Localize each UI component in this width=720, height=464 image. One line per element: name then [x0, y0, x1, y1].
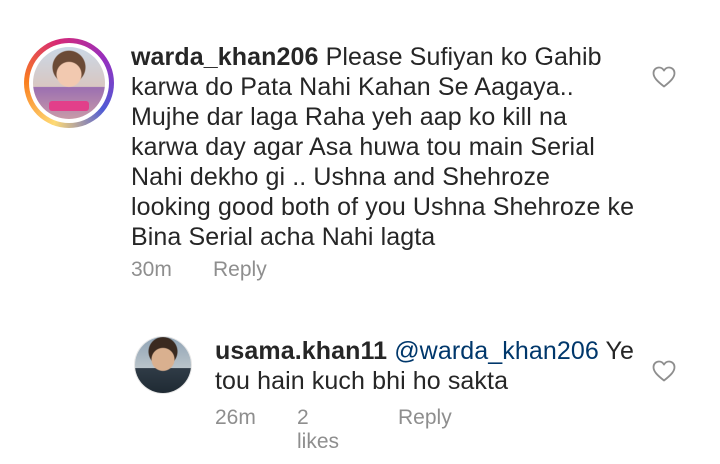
comment-body: usama.khan11 @warda_khan206 Ye tou hain … [215, 336, 635, 396]
comment-time: 26m [215, 406, 256, 429]
mention-link[interactable]: @warda_khan206 [394, 337, 599, 365]
comment-time: 30m [131, 258, 172, 281]
comment-username[interactable]: usama.khan11 [215, 337, 387, 365]
comment-body: warda_khan206 Please Sufiyan ko Gahib ka… [131, 42, 636, 252]
avatar[interactable] [135, 337, 191, 393]
reply-button[interactable]: Reply [213, 258, 267, 282]
comment-username[interactable]: warda_khan206 [131, 43, 319, 71]
likes-count[interactable]: 2 likes [297, 406, 339, 454]
heart-outline-icon[interactable] [652, 66, 676, 88]
comment-text: Please Sufiyan ko Gahib karwa do Pata Na… [131, 43, 635, 251]
story-ring-avatar[interactable] [24, 38, 114, 128]
reply-button[interactable]: Reply [398, 406, 452, 430]
avatar-photo [33, 47, 105, 119]
heart-outline-icon[interactable] [652, 360, 676, 382]
